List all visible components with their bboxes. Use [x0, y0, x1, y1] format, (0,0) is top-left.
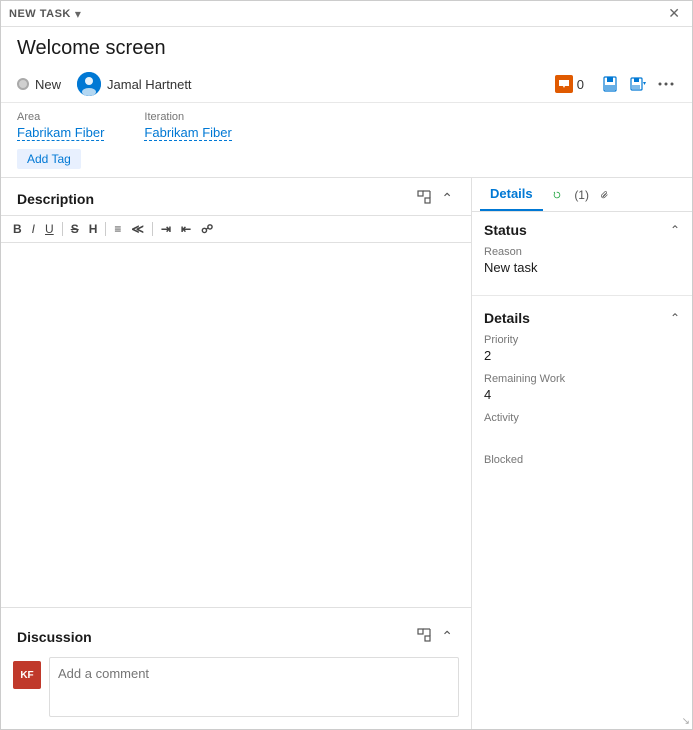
description-collapse-button[interactable]: ⌃ — [439, 188, 455, 209]
state-badge[interactable]: New — [17, 77, 61, 92]
italic-button[interactable]: I — [28, 220, 39, 238]
status-section: Status ⌃ Reason New task — [472, 212, 692, 291]
toolbar-separator-3 — [152, 222, 153, 236]
description-editor[interactable] — [1, 243, 471, 607]
comment-icon — [555, 75, 573, 93]
status-collapsible-header: Status ⌃ — [484, 222, 680, 238]
comment-badge[interactable]: 0 — [555, 75, 584, 93]
iteration-label: Iteration — [144, 111, 231, 123]
discussion-title: Discussion — [17, 629, 92, 645]
description-expand-button[interactable] — [415, 188, 433, 209]
state-label: New — [35, 77, 61, 92]
links-count: (1) — [574, 188, 589, 202]
activity-value[interactable] — [484, 426, 680, 444]
tab-links[interactable]: (1) — [571, 185, 591, 205]
page-title: Welcome screen — [17, 37, 676, 60]
more-button[interactable] — [656, 74, 676, 94]
priority-value[interactable]: 2 — [484, 348, 680, 363]
bold-button[interactable]: B — [9, 220, 26, 238]
area-label: Area — [17, 111, 104, 123]
save-dropdown-button[interactable] — [628, 74, 648, 94]
area-field: Area Fabrikam Fiber — [17, 111, 104, 141]
state-circle — [17, 78, 29, 90]
remaining-work-value[interactable]: 4 — [484, 387, 680, 402]
assigned-name: Jamal Hartnett — [107, 77, 192, 92]
details-section: Details ⌃ Priority 2 Remaining Work 4 Ac… — [472, 300, 692, 502]
discussion-input-row: KF — [1, 653, 471, 721]
pin-icon[interactable]: ▾ — [75, 7, 81, 21]
right-tabs: Details (1) — [472, 178, 692, 212]
ordered-list-button[interactable]: ≡ — [110, 220, 125, 238]
main-content: Description ⌃ B I — [1, 177, 692, 729]
reason-label: Reason — [484, 246, 680, 258]
divider-1 — [472, 295, 692, 296]
avatar — [77, 72, 101, 96]
resize-handle[interactable]: ↘ — [678, 715, 692, 729]
toolbar-separator-2 — [105, 222, 106, 236]
description-header: Description ⌃ — [1, 178, 471, 215]
details-collapse-icon[interactable]: ⌃ — [670, 311, 680, 325]
reason-value[interactable]: New task — [484, 260, 680, 275]
toolbar-separator-1 — [62, 222, 63, 236]
left-panel: Description ⌃ B I — [1, 178, 472, 729]
activity-label: Activity — [484, 412, 680, 424]
blocked-value[interactable] — [484, 468, 680, 486]
tab-attachments[interactable] — [595, 185, 615, 205]
area-iteration-row: Area Fabrikam Fiber Iteration Fabrikam F… — [1, 103, 692, 145]
title-bar-left: NEW TASK ▾ — [9, 7, 81, 21]
outdent-button[interactable]: ⇤ — [177, 220, 195, 238]
tab-status-history[interactable] — [547, 185, 567, 205]
status-collapse-icon[interactable]: ⌃ — [670, 223, 680, 237]
remaining-work-label: Remaining Work — [484, 373, 680, 385]
description-title: Description — [17, 191, 94, 207]
discussion-section: Discussion ⌃ K — [1, 607, 471, 729]
discussion-header: Discussion ⌃ — [1, 616, 471, 653]
area-value[interactable]: Fabrikam Fiber — [17, 125, 104, 141]
underline-button[interactable]: U — [41, 220, 58, 238]
indent-button[interactable]: ⇥ — [157, 220, 175, 238]
comment-input[interactable] — [49, 657, 459, 717]
details-collapsible-header: Details ⌃ — [484, 310, 680, 326]
assigned-to[interactable]: Jamal Hartnett — [77, 72, 192, 96]
description-actions: ⌃ — [415, 188, 455, 209]
add-tag-button[interactable]: Add Tag — [17, 149, 81, 169]
right-panel: Details (1) — [472, 178, 692, 729]
meta-bar: New Jamal Hartnett — [1, 66, 692, 103]
comment-count: 0 — [577, 77, 584, 92]
highlight-button[interactable]: H — [85, 220, 102, 238]
unordered-list-button[interactable]: ≪ — [127, 220, 148, 238]
tab-details[interactable]: Details — [480, 178, 543, 211]
save-button[interactable] — [600, 74, 620, 94]
user-avatar: KF — [13, 661, 41, 689]
add-tag-area: Add Tag — [17, 149, 676, 169]
title-bar-label: NEW TASK — [9, 8, 71, 20]
page-title-row: Welcome screen — [1, 27, 692, 66]
image-button[interactable]: ☍ — [197, 220, 217, 238]
blocked-label: Blocked — [484, 454, 680, 466]
description-toolbar: B I U S H ≡ ≪ ⇥ ⇤ ☍ — [1, 215, 471, 243]
priority-label: Priority — [484, 334, 680, 346]
iteration-value[interactable]: Fabrikam Fiber — [144, 125, 231, 141]
close-button[interactable]: ✕ — [664, 5, 684, 22]
avatar-image — [77, 72, 101, 96]
discussion-actions: ⌃ — [415, 626, 455, 647]
discussion-expand-button[interactable] — [415, 626, 433, 647]
main-window: NEW TASK ▾ ✕ Welcome screen New J — [0, 0, 693, 730]
iteration-field: Iteration Fabrikam Fiber — [144, 111, 231, 141]
details-title: Details — [484, 310, 530, 326]
toolbar-icons — [600, 74, 676, 94]
strikethrough-button[interactable]: S — [67, 220, 83, 238]
status-title: Status — [484, 222, 527, 238]
title-bar: NEW TASK ▾ ✕ — [1, 1, 692, 27]
discussion-collapse-button[interactable]: ⌃ — [439, 626, 455, 647]
